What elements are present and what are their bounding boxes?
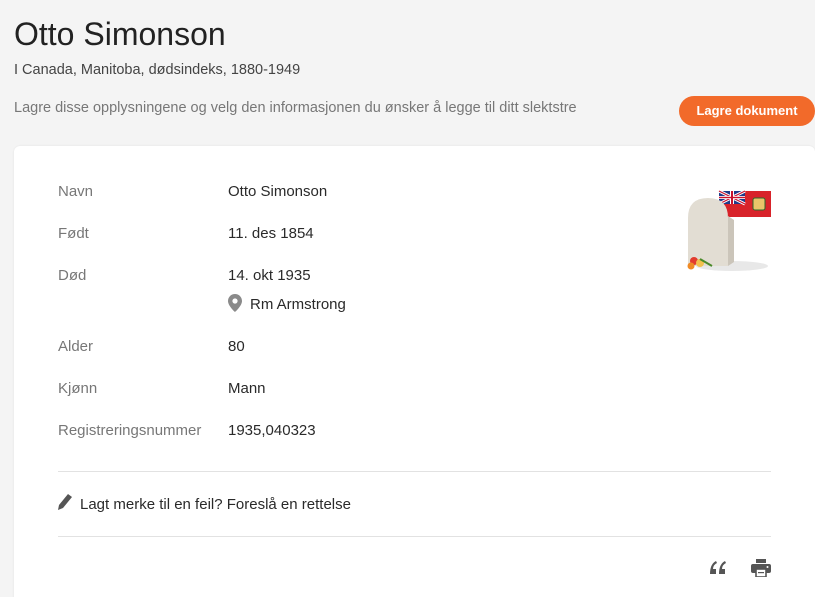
- record-card: Navn Otto Simonson Født 11. des 1854 Død…: [14, 146, 815, 597]
- print-icon[interactable]: [751, 559, 771, 577]
- save-prompt-text: Lagre disse opplysningene og velg den in…: [14, 100, 577, 116]
- death-place: Rm Armstrong: [228, 294, 346, 315]
- suggest-correction-text: Lagt merke til en feil? Foreslå en rette…: [80, 496, 351, 513]
- field-value-registration: 1935,040323: [228, 422, 316, 439]
- headstone-with-flag-icon: [687, 189, 771, 271]
- pencil-icon: [58, 494, 72, 510]
- divider-top: [58, 471, 771, 472]
- record-page: Otto Simonson I Canada, Manitoba, dødsin…: [0, 0, 815, 597]
- field-value-death: 14. okt 1935: [228, 267, 311, 284]
- collection-subtitle: I Canada, Manitoba, dødsindeks, 1880-194…: [14, 62, 301, 78]
- field-label-birth: Født: [58, 225, 89, 242]
- quote-icon[interactable]: [709, 560, 727, 576]
- field-label-name: Navn: [58, 183, 94, 200]
- page-title: Otto Simonson: [14, 16, 226, 52]
- divider-bottom: [58, 536, 771, 537]
- death-place-text: Rm Armstrong: [250, 296, 346, 313]
- field-label-gender: Kjønn: [58, 380, 98, 397]
- field-value-age: 80: [228, 338, 245, 355]
- map-pin-icon: [228, 294, 242, 312]
- field-label-registration: Registreringsnummer: [58, 422, 202, 439]
- save-document-button[interactable]: Lagre dokument: [679, 96, 815, 126]
- field-label-death: Død: [58, 267, 87, 284]
- field-value-gender: Mann: [228, 380, 266, 397]
- field-label-age: Alder: [58, 338, 94, 355]
- field-value-name: Otto Simonson: [228, 183, 328, 200]
- suggest-correction-link[interactable]: Lagt merke til en feil? Foreslå en rette…: [58, 494, 351, 515]
- field-value-birth: 11. des 1854: [228, 225, 314, 242]
